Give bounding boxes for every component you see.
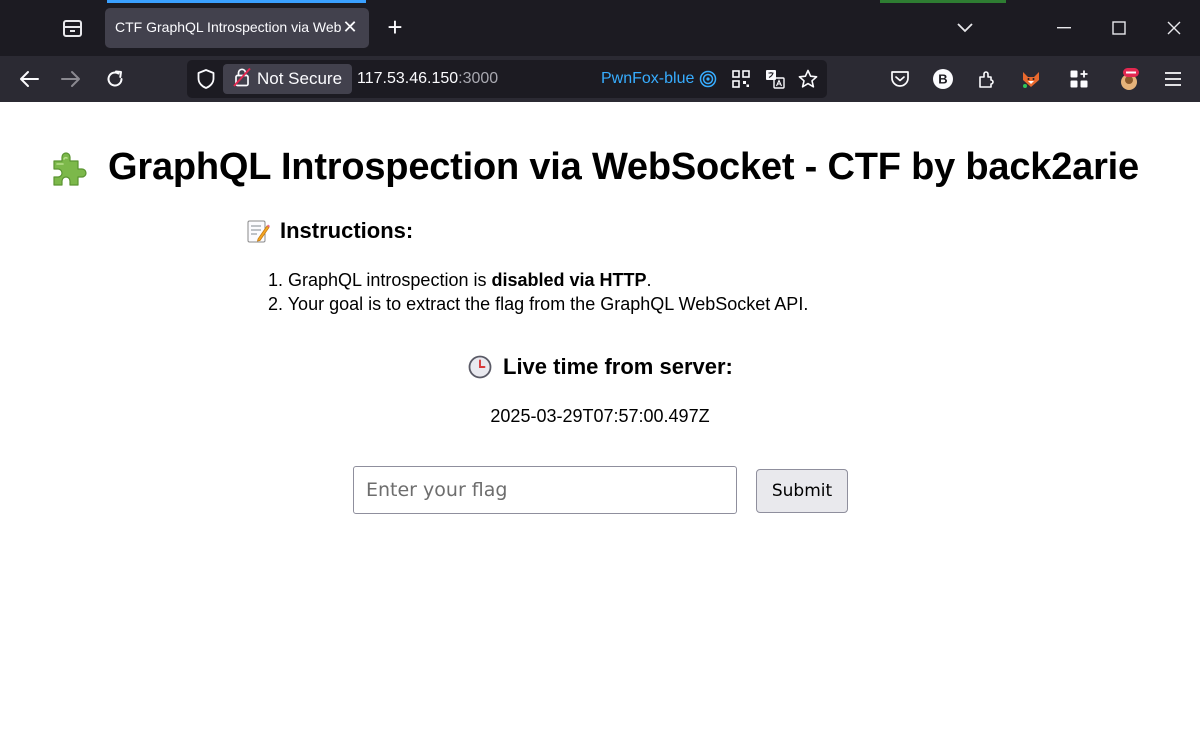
tab-close-icon[interactable]: ✕ xyxy=(340,17,360,37)
tab-title: CTF GraphQL Introspection via WebSocket xyxy=(115,19,341,35)
puzzle-piece-icon xyxy=(48,147,90,189)
memo-icon xyxy=(246,218,270,244)
extensions-icon[interactable] xyxy=(974,66,1000,92)
svg-text:B: B xyxy=(938,72,947,87)
tab-list-icon[interactable] xyxy=(58,14,86,42)
avatar-extension-icon[interactable] xyxy=(1116,66,1142,92)
menu-icon[interactable] xyxy=(1160,66,1186,92)
instructions-heading-text: Instructions: xyxy=(280,218,414,243)
page-title-text: GraphQL Introspection via WebSocket - CT… xyxy=(108,146,1139,188)
b-extension-icon[interactable]: B xyxy=(930,66,956,92)
url-port: :3000 xyxy=(458,70,499,87)
time-heading: Live time from server: xyxy=(468,354,733,380)
instructions-list: 1. GraphQL introspection is disabled via… xyxy=(268,268,808,316)
active-tab[interactable]: CTF GraphQL Introspection via WebSocket … xyxy=(105,8,369,48)
close-window-icon[interactable] xyxy=(1156,10,1192,46)
clock-icon xyxy=(468,355,492,379)
list-item-suffix: . xyxy=(646,270,652,290)
url-text[interactable]: 117.53.46.150:3000 xyxy=(357,70,498,88)
pocket-icon[interactable] xyxy=(887,66,913,92)
tab-overflow-chevron-icon[interactable] xyxy=(947,10,983,46)
url-host: 117.53.46.150 xyxy=(357,70,459,87)
reload-icon[interactable] xyxy=(98,62,132,96)
tab-accent xyxy=(107,0,366,3)
tab-strip: CTF GraphQL Introspection via WebSocket … xyxy=(0,0,1200,56)
not-secure-indicator[interactable]: Not Secure xyxy=(223,64,353,94)
instructions-heading: Instructions: xyxy=(246,218,413,244)
security-label: Not Secure xyxy=(257,69,343,88)
star-icon[interactable] xyxy=(797,68,819,90)
maximize-icon[interactable] xyxy=(1101,10,1137,46)
list-item-text: Your goal is to extract the flag from th… xyxy=(287,294,809,314)
lock-warning-icon xyxy=(233,67,251,92)
submit-button[interactable]: Submit xyxy=(756,469,848,513)
back-icon[interactable] xyxy=(12,62,46,96)
list-item: 1. GraphQL introspection is disabled via… xyxy=(268,268,808,292)
fox-icon[interactable] xyxy=(1018,66,1044,92)
page-title: GraphQL Introspection via WebSocket - CT… xyxy=(48,146,1139,189)
url-bar[interactable]: Not Secure 117.53.46.150:3000 PwnFox-blu… xyxy=(187,60,827,98)
apps-icon[interactable] xyxy=(1066,66,1092,92)
navigation-toolbar: Not Secure 117.53.46.150:3000 PwnFox-blu… xyxy=(0,56,1200,102)
tab-accent-green xyxy=(880,0,1006,3)
fingerprint-icon[interactable] xyxy=(697,68,719,90)
forward-icon[interactable] xyxy=(54,62,88,96)
minimize-icon[interactable] xyxy=(1046,10,1082,46)
container-label[interactable]: PwnFox-blue xyxy=(601,70,694,88)
list-item-text: GraphQL introspection is xyxy=(288,270,492,290)
time-heading-text: Live time from server: xyxy=(503,354,733,379)
flag-input[interactable] xyxy=(353,466,737,514)
page-content: GraphQL Introspection via WebSocket - CT… xyxy=(0,102,1200,749)
shield-icon[interactable] xyxy=(195,68,217,90)
list-item-bold: disabled via HTTP xyxy=(491,270,647,290)
translate-icon[interactable] xyxy=(764,68,786,90)
list-item: 2. Your goal is to extract the flag from… xyxy=(268,292,808,316)
server-time: 2025-03-29T07:57:00.497Z xyxy=(490,406,710,426)
list-item-number: 2. xyxy=(268,294,284,314)
new-tab-button[interactable]: + xyxy=(380,12,410,42)
qr-icon[interactable] xyxy=(730,68,752,90)
list-item-number: 1. xyxy=(268,270,284,290)
